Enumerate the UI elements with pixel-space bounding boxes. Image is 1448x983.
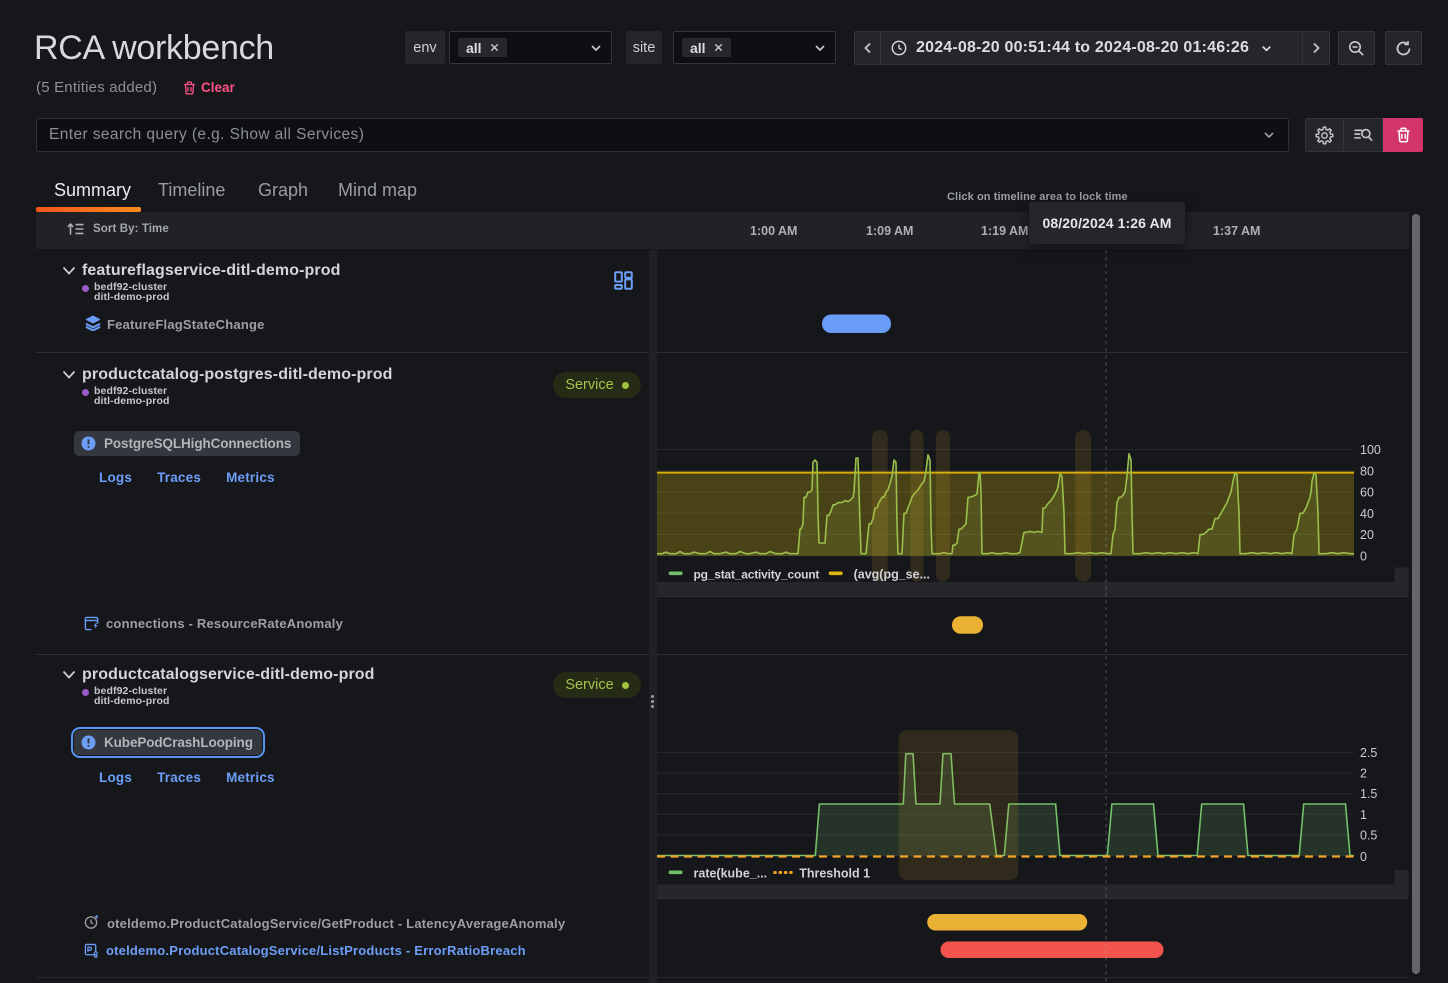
svg-text:0: 0	[1360, 549, 1367, 563]
svg-text:Threshold 1: Threshold 1	[799, 867, 870, 881]
svg-text:pg_stat_activity_count: pg_stat_activity_count	[694, 568, 820, 582]
svg-text:(avg(pg_se...: (avg(pg_se...	[854, 568, 930, 582]
svg-text:100: 100	[1360, 443, 1381, 457]
svg-text:60: 60	[1360, 486, 1374, 500]
svg-text:20: 20	[1360, 528, 1374, 542]
svg-text:0: 0	[1360, 850, 1367, 864]
svg-text:40: 40	[1360, 507, 1374, 521]
svg-text:2.5: 2.5	[1360, 746, 1377, 760]
svg-text:rate(kube_...: rate(kube_...	[694, 867, 768, 881]
svg-text:1: 1	[1360, 808, 1367, 822]
svg-text:80: 80	[1360, 464, 1374, 478]
svg-text:2: 2	[1360, 767, 1367, 781]
svg-text:1.5: 1.5	[1360, 787, 1377, 801]
svg-text:0.5: 0.5	[1360, 828, 1377, 842]
